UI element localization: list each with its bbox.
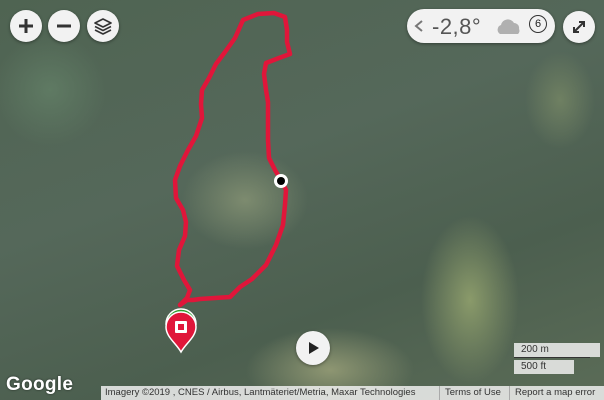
layers-icon xyxy=(94,18,112,35)
zoom-out-button[interactable] xyxy=(48,10,80,42)
scale-metric[interactable]: 200 m xyxy=(514,343,600,357)
plus-icon xyxy=(19,19,33,33)
layers-button[interactable] xyxy=(87,10,119,42)
zoom-in-button[interactable] xyxy=(10,10,42,42)
cloud-icon xyxy=(497,19,520,34)
scale-metric-label: 200 m xyxy=(521,344,549,355)
scale-imperial[interactable]: 500 ft xyxy=(514,360,574,374)
minus-icon xyxy=(57,24,71,28)
fullscreen-button[interactable] xyxy=(563,11,595,43)
attribution-bar: Imagery ©2019 , CNES / Airbus, Lantmäter… xyxy=(101,386,604,400)
imagery-attribution: Imagery ©2019 , CNES / Airbus, Lantmäter… xyxy=(105,387,416,398)
scale-imperial-label: 500 ft xyxy=(521,361,547,372)
wind-speed-badge: 6 xyxy=(529,15,547,33)
chevron-left-icon[interactable] xyxy=(411,17,427,35)
play-icon xyxy=(309,342,319,354)
report-error-link[interactable]: Report a map error xyxy=(515,386,595,400)
scale-divider xyxy=(514,357,590,358)
weather-widget[interactable]: -2,8° 6 xyxy=(407,9,555,43)
divider xyxy=(509,386,510,400)
expand-icon xyxy=(573,21,585,33)
route-track xyxy=(172,10,293,308)
temperature-value: -2,8° xyxy=(432,14,482,39)
play-button[interactable] xyxy=(296,331,330,365)
divider xyxy=(439,386,440,400)
google-logo: Google xyxy=(6,374,74,395)
terms-link[interactable]: Terms of Use xyxy=(445,386,501,400)
satellite-map[interactable]: -2,8° 6 Google 200 m 500 ft Imagery ©201… xyxy=(0,0,604,400)
